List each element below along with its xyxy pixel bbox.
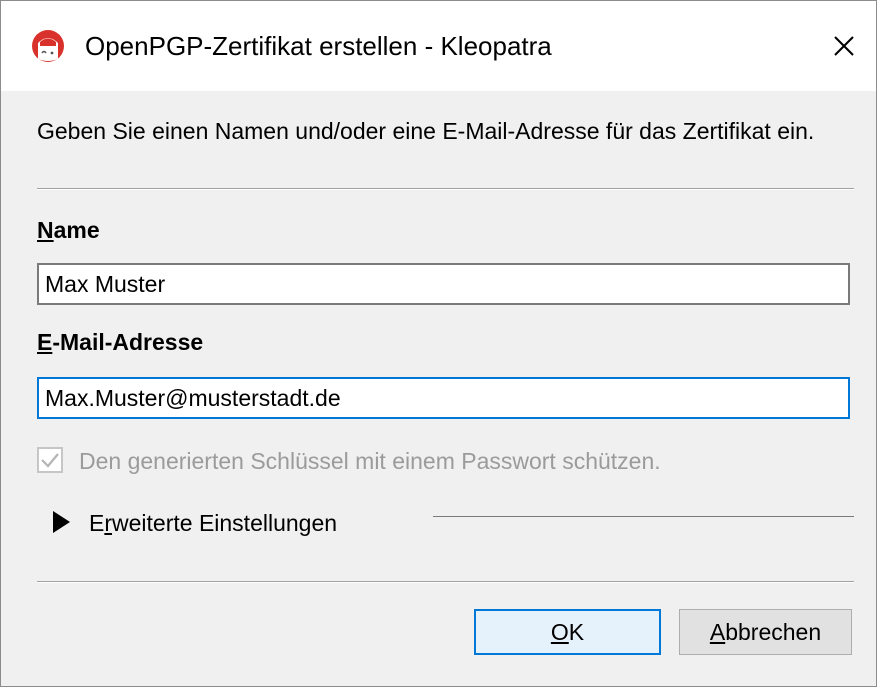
cancel-rest: bbrechen: [725, 619, 822, 645]
email-label-mnemonic: E: [37, 329, 53, 355]
ok-button[interactable]: OK: [474, 609, 661, 655]
window-title: OpenPGP-Zertifikat erstellen - Kleopatra: [85, 31, 552, 61]
name-label-mnemonic: N: [37, 217, 54, 243]
ok-rest: K: [568, 619, 585, 645]
cancel-button[interactable]: Abbrechen: [679, 609, 852, 655]
advanced-settings-label: Erweiterte Einstellungen: [89, 506, 337, 540]
advanced-label-mnemonic: r: [104, 510, 113, 536]
email-input[interactable]: [39, 379, 848, 417]
title-bar[interactable]: OpenPGP-Zertifikat erstellen - Kleopatra: [1, 1, 876, 91]
advanced-settings-line: [433, 516, 854, 517]
separator-bottom: [37, 581, 854, 583]
cancel-mnemonic: A: [709, 619, 726, 645]
dialog-window: OpenPGP-Zertifikat erstellen - Kleopatra…: [0, 0, 877, 687]
advanced-label-pre: E: [89, 510, 105, 536]
protect-password-checkbox[interactable]: [37, 447, 63, 473]
name-label: Name: [37, 215, 100, 245]
triangle-right-icon: [53, 511, 70, 533]
advanced-label-rest: weiterte Einstellungen: [112, 510, 338, 536]
separator-top: [37, 188, 854, 190]
name-input[interactable]: [39, 265, 848, 303]
email-label-rest: -Mail-Adresse: [52, 329, 204, 355]
ok-mnemonic: O: [550, 619, 569, 645]
protect-password-label: Den generierten Schlüssel mit einem Pass…: [79, 448, 661, 474]
email-label: E-Mail-Adresse: [37, 327, 203, 357]
intro-text: Geben Sie einen Namen und/oder eine E-Ma…: [37, 118, 815, 144]
kleopatra-app-icon: [32, 30, 64, 62]
name-label-rest: ame: [53, 217, 100, 243]
name-field-frame: [37, 263, 850, 305]
email-field-frame: [37, 377, 850, 419]
close-icon[interactable]: [821, 23, 867, 69]
check-mark-icon: [41, 453, 59, 468]
